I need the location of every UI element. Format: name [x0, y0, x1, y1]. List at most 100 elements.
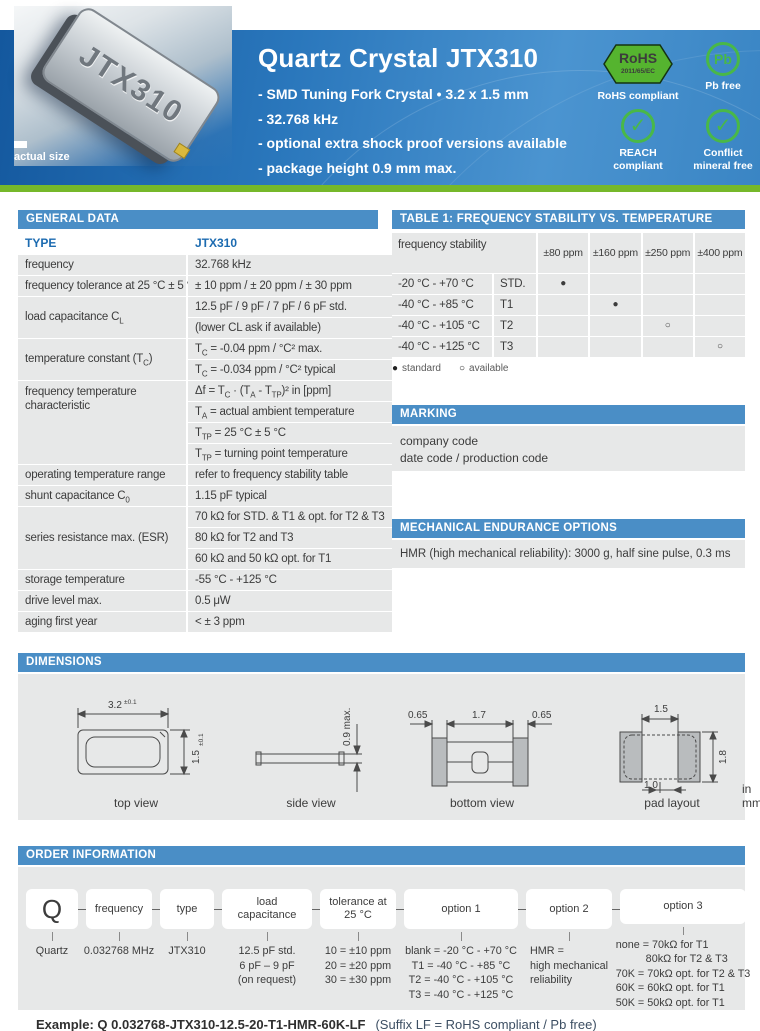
order-box: load capacitance: [222, 889, 312, 929]
pad-layout-drawing: 1.5 1.8 1.0 pad layout: [602, 694, 742, 820]
mechanical-endurance-header: MECHANICAL ENDURANCE OPTIONS: [392, 519, 745, 538]
row-value: Δf = TC · (TA - TTP)² in [ppm]: [188, 381, 392, 401]
row-label: storage temperature: [18, 570, 186, 590]
pb-free-badge-label: Pb free: [705, 80, 741, 93]
compliance-badges: RoHS 2011/65/EC RoHS compliant Pb Pb fre…: [590, 42, 754, 173]
stability-code: T3: [494, 337, 536, 357]
order-example-code: Example: Q 0.032768-JTX310-12.5-20-T1-HM…: [36, 1017, 365, 1031]
row-label: operating temperature range: [18, 465, 186, 485]
row-value: TTP = 25 °C ± 5 °C: [188, 423, 392, 443]
stability-mark: ○: [695, 337, 745, 357]
row-value: 0.5 μW: [188, 591, 392, 611]
order-box: tolerance at 25 °C: [320, 889, 396, 929]
pb-free-icon: Pb: [706, 42, 740, 76]
bottom-view-diagram: 0.65 1.7 0.65: [402, 694, 562, 794]
connector-tick: [358, 932, 359, 941]
svg-text:0.65: 0.65: [532, 710, 552, 721]
row-label: series resistance max. (ESR): [18, 507, 186, 569]
stability-mark: [695, 274, 745, 294]
feature-bullet: - 32.768 kHz: [258, 107, 567, 132]
type-row: TYPE JTX310: [18, 233, 378, 254]
crystal-photo: JTX310: [14, 6, 232, 166]
connector-dash: [396, 909, 404, 1010]
order-unit-tolerance: tolerance at 25 °C 10 = ±10 ppm20 = ±20 …: [320, 889, 396, 1010]
side-view-drawing: 0.9 max. side view: [246, 694, 376, 820]
stability-mark: [590, 316, 640, 336]
unit-note: in mm: [742, 782, 760, 810]
rohs-icon: RoHS 2011/65/EC: [602, 42, 674, 86]
stability-mark: ●: [538, 274, 588, 294]
stability-mark: [695, 295, 745, 315]
order-values: Quartz: [36, 944, 68, 959]
mechanical-endurance-body: HMR (high mechanical reliability): 3000 …: [392, 540, 745, 568]
row-value: 70 kΩ for STD. & T1 & opt. for T2 & T3: [188, 507, 392, 527]
order-values: blank = -20 °C - +70 °CT1 = -40 °C - +85…: [405, 944, 517, 1002]
side-view-diagram: 0.9 max.: [246, 694, 376, 794]
row-label: frequency tolerance at 25 °C ± 5 °C: [18, 276, 186, 296]
datasheet-page: JTX310 actual size Quartz Crystal JTX310…: [0, 0, 760, 1031]
crystal-contact-pad: [173, 143, 190, 159]
order-box: option 3: [620, 889, 746, 924]
row-label: temperature constant (TC): [18, 339, 186, 380]
connector-dash: [214, 909, 222, 1010]
stability-mark: [538, 337, 588, 357]
connector-tick: [461, 932, 462, 941]
stability-mark: [538, 295, 588, 315]
row-value: 60 kΩ and 50 kΩ opt. for T1: [188, 549, 392, 569]
table1-section: TABLE 1: FREQUENCY STABILITY VS. TEMPERA…: [392, 210, 745, 374]
general-data-section: GENERAL DATA TYPE JTX310 frequency 32.76…: [18, 210, 378, 632]
conflict-mineral-badge: ✓ Conflictmineral free: [692, 109, 754, 173]
stability-code: T2: [494, 316, 536, 336]
feature-bullet: - package height 0.9 mm max.: [258, 156, 567, 181]
stability-mark: ○: [643, 316, 693, 336]
type-value: JTX310: [188, 233, 378, 254]
right-column: TABLE 1: FREQUENCY STABILITY VS. TEMPERA…: [392, 210, 745, 568]
order-information-body: Q Quartz frequency 0.032768 MHz type JTX…: [18, 867, 745, 1010]
order-example-note: (Suffix LF = RoHS compliant / Pb free): [375, 1017, 596, 1031]
order-unit-frequency: frequency 0.032768 MHz: [86, 889, 152, 1010]
order-unit-q: Q Quartz: [26, 889, 78, 1010]
row-value: (lower CL ask if available): [188, 318, 392, 338]
table1-col-header: ±80 ppm: [538, 233, 588, 273]
row-value: -55 °C - +125 °C: [188, 570, 392, 590]
temp-range: -40 °C - +105 °C: [392, 316, 492, 336]
temp-range: -40 °C - +85 °C: [392, 295, 492, 315]
reach-badge-label: REACHcompliant: [613, 147, 663, 173]
connector-tick: [52, 932, 53, 941]
top-view-drawing: 3.2 ±0.1 1.5 ±0.1 top view: [56, 694, 216, 820]
general-data-table: frequency 32.768 kHz frequency tolerance…: [18, 255, 378, 632]
order-values: none = 70kΩ for T1 80kΩ for T2 & T370K =…: [616, 938, 751, 1011]
order-values: JTX310: [168, 944, 205, 959]
rohs-badge: RoHS 2011/65/EC RoHS compliant: [590, 42, 686, 103]
row-value: 1.15 pF typical: [188, 486, 392, 506]
row-label: frequency: [18, 255, 186, 275]
connector-tick: [267, 932, 268, 941]
bottom-view-drawing: 0.65 1.7 0.65 bottom view: [402, 694, 562, 820]
main-content: GENERAL DATA TYPE JTX310 frequency 32.76…: [18, 210, 745, 1031]
row-value: 32.768 kHz: [188, 255, 392, 275]
conflict-mineral-badge-label: Conflictmineral free: [693, 147, 753, 173]
table1-legend: ●standard ○available: [392, 363, 745, 374]
pad-layout-diagram: 1.5 1.8 1.0: [602, 694, 742, 794]
order-values: 0.032768 MHz: [84, 944, 154, 959]
row-value: 80 kΩ for T2 and T3: [188, 528, 392, 548]
row-label: load capacitance CL: [18, 297, 186, 338]
top-view-diagram: 3.2 ±0.1 1.5 ±0.1: [56, 694, 216, 794]
svg-text:±0.1: ±0.1: [198, 733, 205, 746]
connector-dash: [312, 909, 320, 1010]
order-unit-option1: option 1 blank = -20 °C - +70 °CT1 = -40…: [404, 889, 518, 1010]
order-box: type: [160, 889, 214, 929]
stability-mark: [538, 316, 588, 336]
table1-header: TABLE 1: FREQUENCY STABILITY VS. TEMPERA…: [392, 210, 745, 229]
side-view-label: side view: [286, 796, 335, 810]
row-label: shunt capacitance C0: [18, 486, 186, 506]
svg-text:1.8: 1.8: [718, 750, 729, 764]
row-value: TA = actual ambient temperature: [188, 402, 392, 422]
order-unit-option3: option 3 none = 70kΩ for T1 80kΩ for T2 …: [620, 889, 746, 1010]
stability-mark: [695, 316, 745, 336]
order-values: 10 = ±10 ppm20 = ±20 ppm30 = ±30 ppm: [325, 944, 391, 988]
banner-green-strip: [0, 185, 760, 192]
row-label: aging first year: [18, 612, 186, 632]
reach-badge: ✓ REACHcompliant: [590, 109, 686, 173]
pad-layout-label: pad layout: [644, 796, 699, 810]
